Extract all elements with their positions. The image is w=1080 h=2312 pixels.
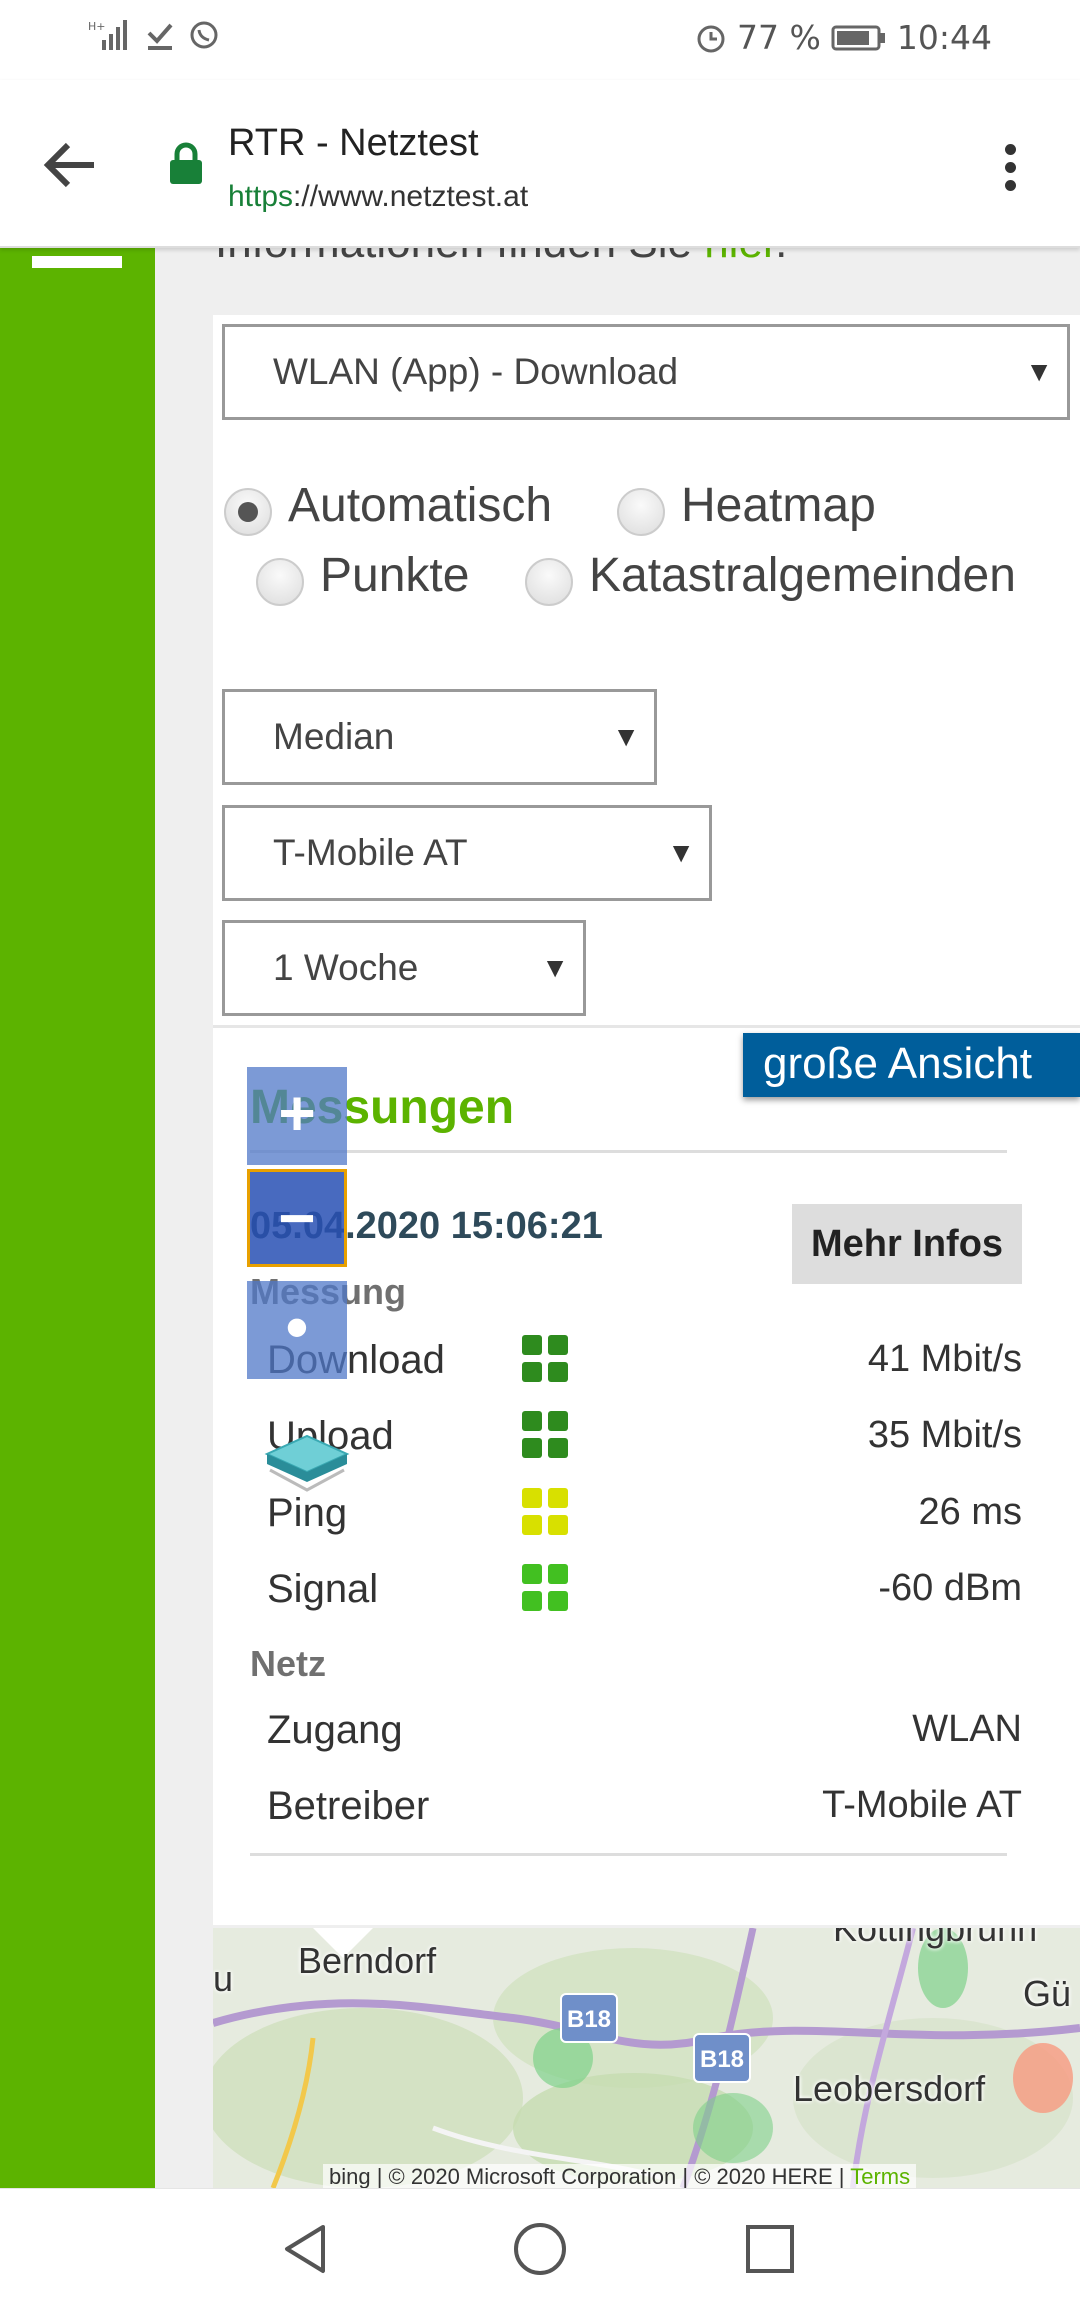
statistic-select[interactable]: Median ▼ — [222, 689, 657, 785]
period-select-value: 1 Woche — [273, 947, 419, 988]
quality-grid-icon — [522, 1411, 570, 1459]
row-value-access: WLAN — [912, 1708, 1022, 1750]
map-label-partial: u — [213, 1958, 234, 1999]
zoom-out-button[interactable]: − — [247, 1169, 347, 1267]
row-value-operator: T-Mobile AT — [822, 1784, 1022, 1826]
divider — [250, 1853, 1007, 1856]
clock: 10:44 — [896, 18, 992, 57]
system-nav-bar — [0, 2188, 1080, 2312]
terms-link[interactable]: Terms — [850, 2164, 910, 2188]
status-bar: H+ 77 % 10:44 — [0, 0, 1080, 80]
overflow-menu-icon[interactable] — [990, 140, 1030, 200]
svg-text:H+: H+ — [88, 20, 106, 33]
nav-recents-icon[interactable] — [740, 2219, 800, 2279]
map-view[interactable]: Berndorf Leobersdorf Kottingbrunn Gü u B… — [213, 1928, 1080, 2188]
dropdown-arrow-icon: ▼ — [667, 837, 695, 868]
nav-home-icon[interactable] — [510, 2219, 570, 2279]
row-value-ping: 26 ms — [918, 1491, 1022, 1533]
large-view-button[interactable]: große Ansicht — [743, 1033, 1080, 1097]
battery-icon — [831, 25, 885, 50]
radio-automatisch[interactable]: Automatisch — [224, 478, 553, 536]
url-host: www.netztest.at — [318, 180, 529, 213]
radio-heatmap-label: Heatmap — [681, 479, 876, 532]
radio-button-icon[interactable] — [256, 557, 304, 606]
alarm-icon — [697, 25, 725, 52]
row-label-access: Zugang — [267, 1708, 403, 1752]
section-network: Netz — [250, 1643, 327, 1684]
row-value-signal: -60 dBm — [878, 1567, 1022, 1609]
operator-select-value: T-Mobile AT — [273, 832, 468, 873]
statistic-select-value: Median — [273, 716, 395, 757]
download-done-icon — [147, 23, 173, 50]
map-label-gu: Gü — [1023, 1973, 1072, 2014]
dropdown-arrow-icon: ▼ — [612, 721, 640, 752]
page-title[interactable]: RTR - Netztest — [228, 122, 479, 165]
lock-icon[interactable] — [168, 142, 204, 186]
period-select[interactable]: 1 Woche ▼ — [222, 920, 586, 1016]
radio-button-icon[interactable] — [617, 487, 665, 536]
nav-back-icon[interactable] — [277, 2219, 337, 2279]
divider — [213, 1025, 1080, 1028]
radio-button-icon[interactable] — [525, 557, 573, 606]
row-label-signal: Signal — [267, 1567, 379, 1611]
dataset-select-value: WLAN (App) - Download — [273, 351, 679, 392]
status-icons-left: H+ — [88, 18, 220, 52]
map-layers-icon[interactable] — [262, 1422, 352, 1512]
green-sidebar — [0, 248, 155, 2188]
map-label-leobersdorf: Leobersdorf — [793, 2068, 986, 2109]
road-badge: B18 — [693, 2033, 751, 2083]
signal-icon: H+ — [88, 20, 127, 50]
operator-select[interactable]: T-Mobile AT ▼ — [222, 805, 712, 901]
quality-grid-icon — [522, 1564, 570, 1612]
dropdown-arrow-icon: ▼ — [541, 952, 569, 983]
dataset-select[interactable]: WLAN (App) - Download ▼ — [222, 324, 1070, 420]
map-attribution: bing | © 2020 Microsoft Corporation | © … — [323, 2164, 917, 2188]
map-label-berndorf: Berndorf — [298, 1940, 437, 1981]
locate-button[interactable]: • — [247, 1281, 347, 1379]
radio-punkte-label: Punkte — [320, 549, 470, 602]
row-value-upload: 35 Mbit/s — [867, 1414, 1022, 1456]
battery-percent: 77 % — [737, 18, 821, 57]
map-label-cottingbrunn: Kottingbrunn — [833, 1928, 1038, 1949]
url-separator: :// — [293, 180, 319, 213]
radio-katastral-label: Katastralgemeinden — [589, 549, 1016, 602]
road-badge: B18 — [560, 1993, 618, 2043]
status-icons-right: 77 % 10:44 — [695, 18, 992, 57]
radio-button-checked-icon[interactable] — [224, 487, 272, 536]
attribution-microsoft: © 2020 Microsoft Corporation — [388, 2164, 677, 2188]
zoom-in-button[interactable]: + — [247, 1067, 347, 1165]
whatsapp-icon — [190, 21, 218, 49]
browser-toolbar: RTR - Netztest https://www.netztest.at — [0, 80, 1080, 248]
radio-heatmap[interactable]: Heatmap — [617, 478, 876, 536]
row-value-download: 41 Mbit/s — [867, 1338, 1022, 1380]
sidebar-menu-bar[interactable] — [32, 256, 122, 268]
url-scheme: https — [228, 180, 294, 213]
quality-grid-icon — [522, 1335, 570, 1383]
radio-automatisch-label: Automatisch — [288, 479, 553, 532]
back-arrow-icon[interactable] — [36, 130, 106, 200]
more-info-button[interactable]: Mehr Infos — [792, 1204, 1022, 1284]
url-bar[interactable]: https://www.netztest.at — [228, 180, 528, 214]
dropdown-arrow-icon: ▼ — [1025, 356, 1053, 387]
attribution-here: © 2020 HERE — [694, 2164, 833, 2188]
divider — [250, 1150, 1007, 1153]
bing-logo: bing — [329, 2164, 371, 2188]
quality-grid-icon — [522, 1488, 570, 1536]
radio-katastralgemeinden[interactable]: Katastralgemeinden — [525, 548, 1016, 606]
row-label-operator: Betreiber — [267, 1784, 430, 1828]
radio-punkte[interactable]: Punkte — [256, 548, 470, 606]
